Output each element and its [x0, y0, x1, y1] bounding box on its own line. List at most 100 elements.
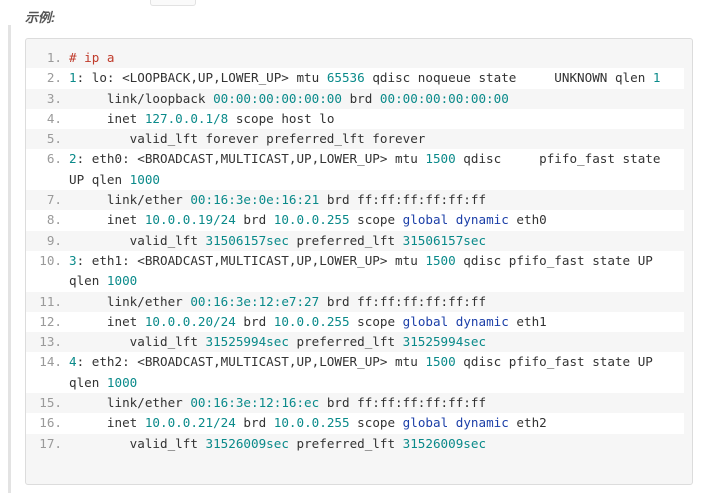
code-token: 1500: [425, 354, 456, 370]
line-text: valid_lft 31506157sec preferred_lft 3150…: [69, 231, 678, 251]
code-line: 5. valid_lft forever preferred_lft forev…: [26, 129, 684, 150]
code-token: 1000: [106, 273, 138, 289]
code-line: 3. link/loopback 00:00:00:00:00:00 brd 0…: [26, 88, 684, 109]
code-token: 3: [69, 252, 77, 268]
line-number: 9.: [46, 232, 62, 248]
code-token: 31526009sec: [402, 435, 487, 451]
code-token: 00:00:00:00:00:00: [379, 90, 509, 106]
code-token: scope: [349, 212, 403, 228]
blockquote-left-rule: [8, 25, 11, 493]
line-number: 11.: [39, 293, 62, 309]
line-text: inet 127.0.0.1/8 scope host lo: [69, 109, 678, 129]
code-token: scope: [349, 313, 403, 329]
code-token: 10.0.0.255: [273, 415, 350, 431]
code-line: 12. inet 10.0.0.20/24 brd 10.0.0.255 sco…: [26, 311, 684, 333]
example-heading: 示例:: [25, 10, 56, 25]
code-token: valid_lft: [69, 232, 206, 248]
code-token: brd: [341, 90, 380, 106]
code-token: qdisc noqueue state UNKNOWN qlen: [364, 70, 653, 86]
line-text: inet 10.0.0.20/24 brd 10.0.0.255 scope g…: [69, 312, 678, 332]
code-token: 127.0.0.1/8: [144, 110, 229, 126]
code-token: 31525994sec: [402, 334, 487, 350]
collapsed-toolbar-tab: [150, 0, 196, 6]
line-text: valid_lft 31525994sec preferred_lft 3152…: [69, 332, 678, 352]
code-token: valid_lft forever preferred_lft forever: [69, 131, 426, 147]
code-token: brd: [235, 313, 274, 329]
code-token: 1: [69, 70, 77, 86]
line-number: 13.: [39, 334, 62, 350]
code-line: 4. inet 127.0.0.1/8 scope host lo: [26, 108, 684, 130]
code-token: brd: [235, 212, 274, 228]
code-token: 1000: [106, 374, 138, 390]
line-number: 14.: [39, 354, 62, 370]
code-block: 1. # ip a 2. 1: lo: <LOOPBACK,UP,LOWER_UP> …: [25, 38, 693, 485]
line-text: # ip a: [69, 48, 678, 68]
code-token: 31526009sec: [205, 435, 289, 451]
code-line: 13. valid_lft 31525994sec preferred_lft …: [26, 332, 684, 353]
code-token: inet: [69, 415, 145, 431]
code-token: : eth0: <BROADCAST,MULTICAST,UP,LOWER_UP…: [76, 151, 426, 167]
line-number: 1.: [46, 50, 62, 65]
code-token: valid_lft: [69, 435, 206, 451]
code-token: 2: [69, 151, 77, 167]
code-token: 31506157sec: [402, 232, 487, 248]
code-line: 17. valid_lft 31526009sec preferred_lft …: [26, 433, 684, 454]
code-line: 1. # ip a: [26, 48, 684, 69]
code-token: 4: [69, 354, 77, 370]
code-token: preferred_lft: [288, 435, 403, 451]
code-line: 15. link/ether 00:16:3e:12:16:ec brd ff:…: [26, 393, 684, 414]
code-token: dynamic: [455, 313, 509, 329]
code-token: eth1: [508, 313, 547, 329]
line-number: 17.: [39, 435, 62, 451]
line-text: valid_lft forever preferred_lft forever: [69, 129, 678, 149]
line-text: inet 10.0.0.21/24 brd 10.0.0.255 scope g…: [69, 413, 678, 433]
code-token: 00:00:00:00:00:00: [213, 90, 342, 106]
code-token: : eth1: <BROADCAST,MULTICAST,UP,LOWER_UP…: [76, 252, 426, 268]
code-token: 1500: [425, 252, 456, 268]
code-token: 10.0.0.19/24: [144, 212, 236, 228]
line-text: link/loopback 00:00:00:00:00:00 brd 00:0…: [69, 89, 678, 109]
code-line: 7. link/ether 00:16:3e:0e:16:21 brd ff:f…: [26, 190, 684, 211]
code-token: 00:16:3e:12:e7:27: [190, 293, 320, 309]
code-token: 31506157sec: [205, 232, 289, 248]
code-line: 14. 4: eth2: <BROADCAST,MULTICAST,UP,LOWE…: [26, 352, 684, 394]
line-text: inet 10.0.0.19/24 brd 10.0.0.255 scope g…: [69, 210, 678, 230]
code-token: 1: [652, 70, 661, 86]
code-line: 6. 2: eth0: <BROADCAST,MULTICAST,UP,LOWER…: [26, 149, 684, 191]
line-text: 1: lo: <LOOPBACK,UP,LOWER_UP> mtu 65536 …: [69, 68, 678, 88]
code-token: 1000: [129, 171, 161, 187]
code-token: 31525994sec: [205, 334, 289, 350]
code-token: brd ff:ff:ff:ff:ff:ff: [319, 293, 487, 309]
code-token: inet: [69, 110, 145, 126]
code-token: inet: [69, 313, 145, 329]
code-token: link/ether: [69, 192, 191, 208]
code-token: global: [402, 313, 449, 329]
code-token: global: [402, 415, 449, 431]
code-token: global: [402, 212, 449, 228]
code-token: 10.0.0.255: [273, 313, 350, 329]
code-token: valid_lft: [69, 334, 206, 350]
line-number: 5.: [46, 131, 62, 147]
line-text: link/ether 00:16:3e:12:e7:27 brd ff:ff:f…: [69, 292, 678, 312]
line-text: 3: eth1: <BROADCAST,MULTICAST,UP,LOWER_U…: [69, 251, 678, 292]
code-token: 65536: [326, 70, 365, 86]
code-token: # ip a: [69, 50, 115, 65]
code-token: 10.0.0.20/24: [144, 313, 236, 329]
code-token: brd ff:ff:ff:ff:ff:ff: [319, 395, 487, 411]
code-lines: 1. # ip a 2. 1: lo: <LOOPBACK,UP,LOWER_UP> …: [26, 48, 684, 454]
code-token: : lo: <LOOPBACK,UP,LOWER_UP> mtu: [76, 70, 327, 86]
code-token: brd: [235, 415, 274, 431]
line-text: 2: eth0: <BROADCAST,MULTICAST,UP,LOWER_U…: [69, 149, 678, 190]
code-token: preferred_lft: [288, 232, 403, 248]
line-number: 3.: [46, 90, 62, 106]
code-line: 11. link/ether 00:16:3e:12:e7:27 brd ff:…: [26, 291, 684, 312]
line-number: 4.: [46, 110, 62, 126]
code-line: 10. 3: eth1: <BROADCAST,MULTICAST,UP,LOWE…: [26, 250, 684, 292]
code-line: 9. valid_lft 31506157sec preferred_lft 3…: [26, 230, 684, 251]
line-number: 16.: [39, 415, 62, 431]
line-number: 15.: [39, 395, 62, 411]
code-token: preferred_lft: [288, 334, 403, 350]
code-token: : eth2: <BROADCAST,MULTICAST,UP,LOWER_UP…: [76, 354, 426, 370]
